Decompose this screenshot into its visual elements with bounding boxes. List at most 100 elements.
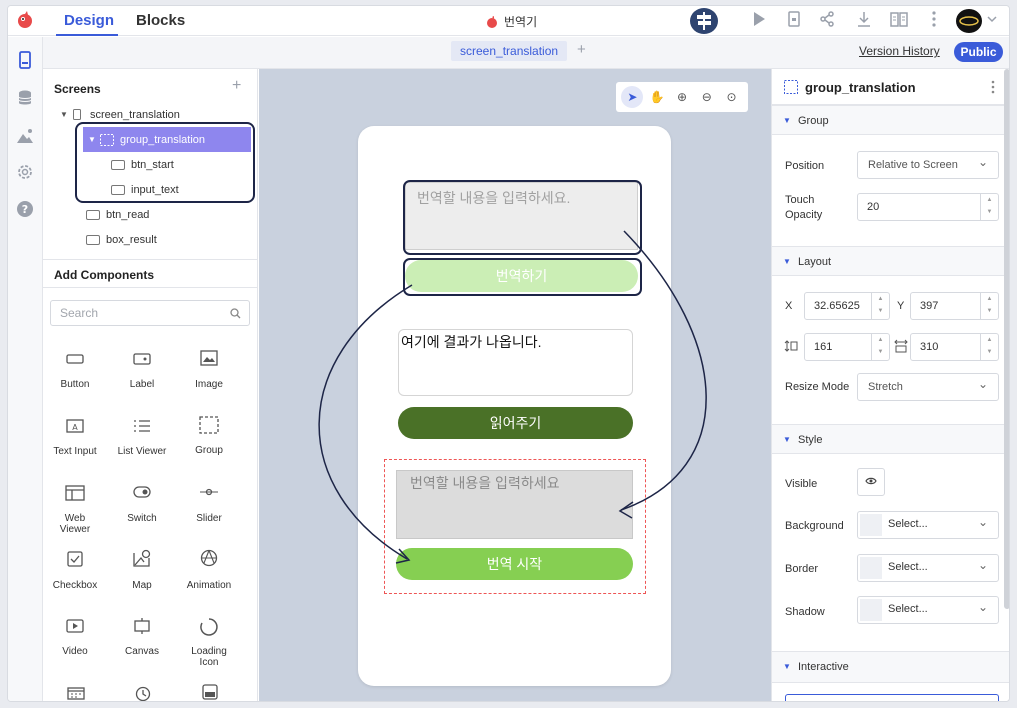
component-text-input[interactable]: A Text Input [42,419,108,457]
component-map[interactable]: Map [109,549,175,591]
time-picker-icon[interactable] [135,686,151,702]
component-checkbox[interactable]: Checkbox [42,551,108,591]
add-screen-button[interactable]: + [232,77,241,95]
date-picker-icon[interactable] [67,686,85,700]
signpost-button[interactable] [690,8,718,34]
app-title[interactable]: 번역기 [486,13,537,30]
eye-icon [865,477,877,485]
component-label[interactable]: Label [109,353,175,390]
touch-opacity-input[interactable]: 20 ▲ ▼ [857,193,999,221]
search-icon [230,308,241,319]
component-web-viewer[interactable]: Web Viewer [42,485,108,535]
screen-tabs-bar: screen_translation + Version History Pub… [43,37,1009,69]
left-panel: Screens + ▼ screen_translation ▼ group_t… [42,69,258,702]
section-label: Interactive [798,661,849,673]
component-video[interactable]: Video [42,619,108,657]
component-label: List Viewer [117,446,167,457]
add-screen-tab-button[interactable]: + [577,41,586,58]
position-select[interactable]: Relative to Screen [857,151,999,179]
shadow-select[interactable]: Select... [857,596,999,624]
screen-icon [73,109,81,120]
move-arrows-annotation [318,230,707,564]
caret-down-icon[interactable]: ▼ [60,110,70,119]
width-input[interactable]: 310 ▲ ▼ [910,333,999,361]
play-icon[interactable] [752,11,766,27]
inspector-scrollbar[interactable] [1004,69,1009,609]
caret-down-icon: ▼ [783,116,791,125]
bottom-sheet-icon[interactable] [202,684,218,700]
app-title-text: 번역기 [504,15,538,29]
user-avatar[interactable] [956,9,982,33]
public-button[interactable]: Public [954,42,1003,62]
more-vertical-icon[interactable] [991,80,995,94]
y-value: 397 [920,300,939,312]
component-slider[interactable]: Slider [176,485,242,524]
tree-item-btn-read[interactable]: btn_read [43,202,258,227]
stepper-icon[interactable]: ▲ ▼ [980,194,998,220]
inspector-title: group_translation [805,80,916,95]
component-label: Map [132,580,152,591]
component-list-viewer[interactable]: List Viewer [109,419,175,457]
visible-label: Visible [785,478,818,490]
border-label: Border [785,563,819,575]
book-icon[interactable] [890,11,908,27]
component-button[interactable]: Button [42,353,108,390]
section-style[interactable]: ▼ Style [772,424,1009,454]
media-icon[interactable] [16,127,34,145]
interactive-field[interactable] [785,694,999,701]
section-interactive[interactable]: ▼ Interactive [772,651,1009,683]
component-label: Checkbox [52,580,98,591]
screens-icon[interactable] [16,51,34,69]
tab-design[interactable]: Design [64,12,114,29]
section-group[interactable]: ▼ Group [772,105,1009,135]
canvas-icon [134,618,150,634]
component-canvas[interactable]: Canvas [109,617,175,657]
component-label: Text Input [53,446,97,457]
background-value: Select... [888,518,928,530]
stepper-icon[interactable]: ▲ ▼ [980,293,998,319]
height-input[interactable]: 161 ▲ ▼ [804,333,890,361]
x-value: 32.65625 [814,300,860,312]
border-select[interactable]: Select... [857,554,999,582]
more-vertical-icon[interactable] [931,11,937,27]
background-select[interactable]: Select... [857,511,999,539]
component-search-input[interactable]: Search [50,300,250,326]
resize-mode-select[interactable]: Stretch [857,373,999,401]
section-label: Layout [798,256,832,268]
web-viewer-icon [65,485,85,501]
y-input[interactable]: 397 ▲ ▼ [910,292,999,320]
stepper-icon[interactable]: ▲ ▼ [980,334,998,360]
button-icon [66,354,84,364]
section-label: Style [798,434,823,446]
visible-toggle[interactable] [857,468,885,496]
inspector-panel: group_translation ▼ Group Position Relati… [771,69,1009,701]
version-history-link[interactable]: Version History [859,44,940,58]
tree-item-label: btn_read [106,208,150,221]
stepper-icon[interactable]: ▲ ▼ [871,334,889,360]
download-icon[interactable] [857,11,871,27]
left-rail: ? [8,37,43,701]
divider [43,259,258,260]
device-preview-icon[interactable] [788,11,800,27]
stepper-icon[interactable]: ▲ ▼ [871,293,889,319]
component-animation[interactable]: Animation [176,549,242,591]
share-icon[interactable] [819,11,835,27]
database-icon[interactable] [16,89,34,107]
help-icon[interactable]: ? [16,200,34,218]
component-switch[interactable]: Switch [109,485,175,524]
tree-item-box-result[interactable]: box_result [43,227,258,252]
chevron-down-icon[interactable] [987,15,997,23]
settings-icon[interactable] [16,163,34,181]
component-image[interactable]: Image [176,350,242,390]
component-group[interactable]: Group [176,416,242,456]
component-loading-icon[interactable]: Loading Icon [176,617,242,668]
tab-blocks[interactable]: Blocks [136,12,185,29]
tree-item-label: box_result [106,233,157,246]
border-value: Select... [888,561,928,573]
touch-opacity-value: 20 [867,201,880,213]
tab-screen-translation[interactable]: screen_translation [451,41,568,61]
image-icon [200,350,218,366]
x-input[interactable]: 32.65625 ▲ ▼ [804,292,890,320]
section-layout[interactable]: ▼ Layout [772,246,1009,276]
top-bar: Design Blocks 번역기 [8,6,1009,36]
